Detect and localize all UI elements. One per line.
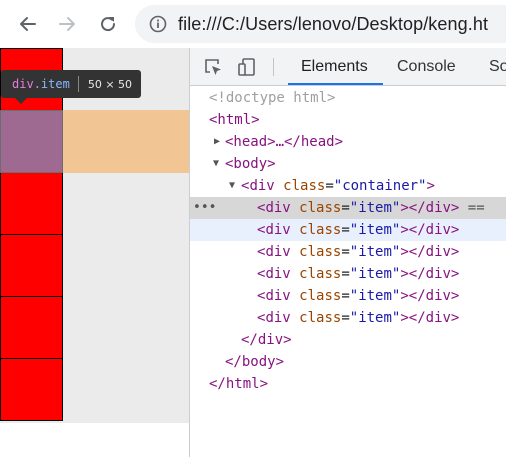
body-open-tag: <body> (225, 156, 276, 172)
item-tag: div (265, 310, 291, 326)
item-attr: class (299, 310, 342, 326)
item-box[interactable] (0, 296, 63, 359)
collapse-triangle-icon[interactable]: ▼ (229, 175, 235, 197)
info-icon[interactable] (149, 15, 167, 33)
device-toolbar-icon[interactable] (237, 57, 257, 77)
tab-elements[interactable]: Elements (301, 48, 368, 86)
tooltip-divider (77, 76, 79, 92)
tree-row-doctype[interactable]: <!doctype html> (190, 87, 506, 109)
item-tag: div (265, 288, 291, 304)
back-button[interactable] (14, 10, 42, 38)
tree-row-div-close[interactable]: </div> (190, 329, 506, 351)
tree-row-item[interactable]: <div class="item"></div> (190, 285, 506, 307)
devtools-panel: Elements Console So <!doctype html> <htm… (189, 48, 506, 457)
item-close-tag: </div> (408, 244, 460, 260)
tab-sources[interactable]: So (489, 48, 506, 86)
forward-arrow-icon (59, 17, 75, 31)
item-attr: class (299, 222, 342, 238)
item-attr: class (299, 200, 342, 216)
item-close-tag: </div> (408, 288, 460, 304)
html-close-tag: </html> (209, 376, 269, 392)
item-close-tag: </div> (408, 222, 460, 238)
tree-row-html[interactable]: <html> (190, 109, 506, 131)
expand-triangle-icon[interactable]: ▶ (214, 131, 220, 153)
tree-row-html-close[interactable]: </html> (190, 373, 506, 395)
tree-row-item[interactable]: <div class="item"></div> (190, 219, 506, 241)
item-value: "item" (349, 288, 401, 304)
reload-button[interactable] (94, 10, 122, 38)
tree-row-item[interactable]: <div class="item"></div> (190, 241, 506, 263)
item-value: "item" (349, 244, 401, 260)
item-value: "item" (349, 310, 401, 326)
item-box[interactable] (0, 234, 63, 297)
tree-row-item[interactable]: <div class="item"></div> (190, 263, 506, 285)
doctype-text: <!doctype html> (209, 90, 336, 106)
toolbar-divider (273, 58, 274, 76)
element-tooltip: div. item 50 × 50 (1, 70, 142, 104)
url-text[interactable]: file:///C:/Users/lenovo/Desktop/keng.ht (178, 14, 488, 35)
back-arrow-icon (20, 17, 36, 31)
forward-button[interactable] (53, 10, 81, 38)
body-close-tag: </body> (225, 354, 285, 370)
dom-tree: <!doctype html> <html> ▶ <head>…</head> … (190, 86, 506, 457)
item-value: "item" (349, 200, 401, 216)
item-tag: div (265, 222, 291, 238)
item-tag: div (265, 244, 291, 260)
tooltip-arrow (15, 98, 27, 104)
item-attr: class (299, 244, 342, 260)
item-box[interactable] (0, 358, 63, 421)
page-viewport: div. item 50 × 50 (0, 48, 189, 457)
collapse-triangle-icon[interactable]: ▼ (213, 153, 219, 175)
item-close-tag: </div> (408, 200, 460, 216)
tab-console[interactable]: Console (397, 48, 456, 86)
item-close-tag: </div> (408, 310, 460, 326)
item-value: "item" (349, 266, 401, 282)
tree-row-body[interactable]: ▼ <body> (190, 153, 506, 175)
container-tag: div (249, 178, 275, 194)
browser-toolbar: file:///C:/Users/lenovo/Desktop/keng.ht (0, 0, 506, 48)
tree-row-container[interactable]: ▼ <div class="container"> (190, 175, 506, 197)
item-attr: class (299, 266, 342, 282)
highlighted-item[interactable] (0, 110, 63, 173)
head-tag: <head>…</head> (225, 134, 344, 150)
tooltip-class: item (40, 77, 70, 91)
div-close-tag: </div> (241, 332, 292, 348)
tree-row-item[interactable]: <div class="item"></div> (190, 307, 506, 329)
html-open-tag: <html> (209, 112, 260, 128)
container-attr: class (283, 178, 326, 194)
item-close-tag: </div> (408, 266, 460, 282)
item-box[interactable] (0, 172, 63, 235)
tree-row-item[interactable]: ••• <div class="item"></div> == (190, 197, 506, 219)
tree-row-body-close[interactable]: </body> (190, 351, 506, 373)
item-tag: div (265, 200, 291, 216)
tooltip-tag: div (12, 77, 34, 91)
tooltip-size: 50 × 50 (87, 77, 133, 91)
active-tab-indicator (288, 83, 383, 85)
item-tag: div (265, 266, 291, 282)
devtools-toolbar: Elements Console So (190, 48, 506, 86)
tree-row-head[interactable]: ▶ <head>…</head> (190, 131, 506, 153)
address-bar[interactable]: file:///C:/Users/lenovo/Desktop/keng.ht (135, 5, 506, 43)
item-attr: class (299, 288, 342, 304)
inspect-element-icon[interactable] (203, 57, 223, 77)
item-value: "item" (349, 222, 401, 238)
more-actions-icon[interactable]: ••• (193, 197, 216, 219)
reload-icon (101, 17, 116, 32)
container-value: "container" (333, 178, 427, 194)
selected-marker: == (467, 200, 485, 216)
